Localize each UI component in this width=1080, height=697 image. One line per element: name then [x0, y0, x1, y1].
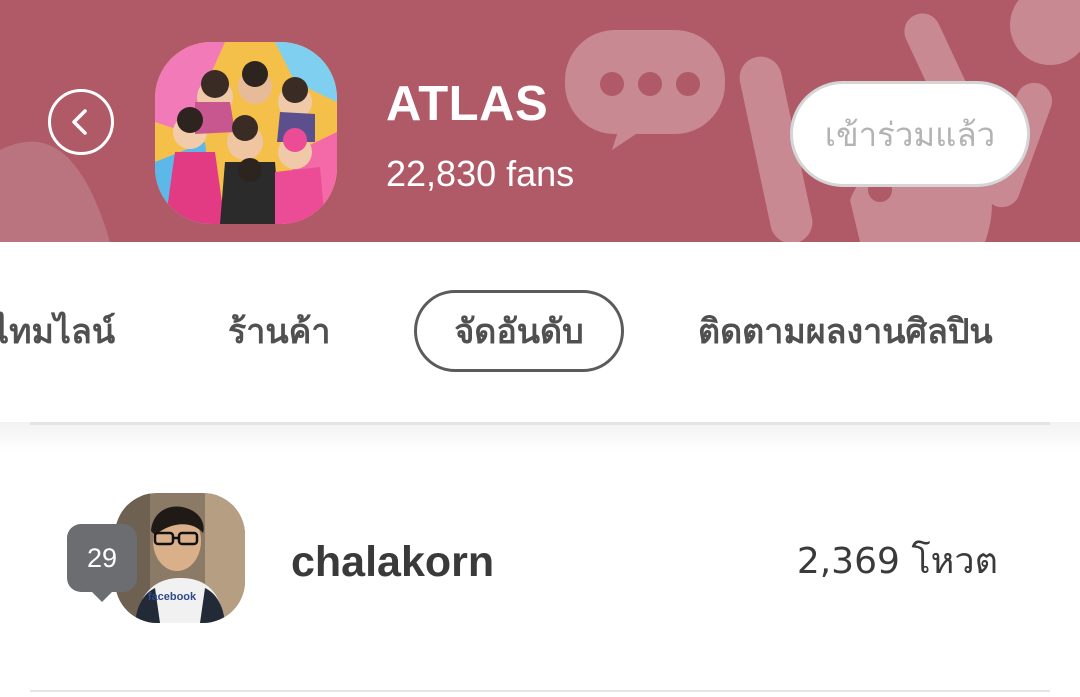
tabs-shadow: [0, 422, 1080, 452]
vote-count-value: 2,369: [796, 541, 900, 582]
tab-timeline[interactable]: ไทมไลน์: [0, 290, 115, 372]
ranking-row[interactable]: facebook 29 chalakorn 2,369 โหวต: [0, 452, 1080, 692]
group-name: ATLAS: [386, 77, 549, 131]
tab-shop[interactable]: ร้านค้า: [228, 290, 330, 372]
back-button[interactable]: [48, 89, 114, 155]
tab-follow-artist-works[interactable]: ติดตามผลงานศิลปิน: [698, 290, 993, 372]
vote-count: 2,369 โหวต: [797, 536, 998, 588]
artist-header: ATLAS 22,830 fans เข้าร่วมแล้ว: [0, 0, 1080, 242]
fan-count: 22,830 fans: [386, 152, 574, 196]
fan-count-unit: fans: [506, 153, 575, 194]
row-divider: [30, 690, 1050, 692]
tab-ranking[interactable]: จัดอันดับ: [414, 290, 624, 372]
tabs-divider: [30, 422, 1050, 425]
vote-count-unit: โหวต: [911, 541, 998, 582]
group-avatar: [155, 42, 337, 224]
rank-badge: 29: [67, 524, 137, 602]
username: chalakorn: [291, 538, 495, 586]
chevron-left-icon: [72, 109, 87, 135]
section-tabs: ไทมไลน์ ร้านค้า จัดอันดับ ติดตามผลงานศิล…: [0, 242, 1080, 422]
joined-button[interactable]: เข้าร่วมแล้ว: [790, 81, 1030, 187]
svg-text:facebook: facebook: [148, 591, 197, 603]
fan-count-value: 22,830: [386, 153, 497, 194]
